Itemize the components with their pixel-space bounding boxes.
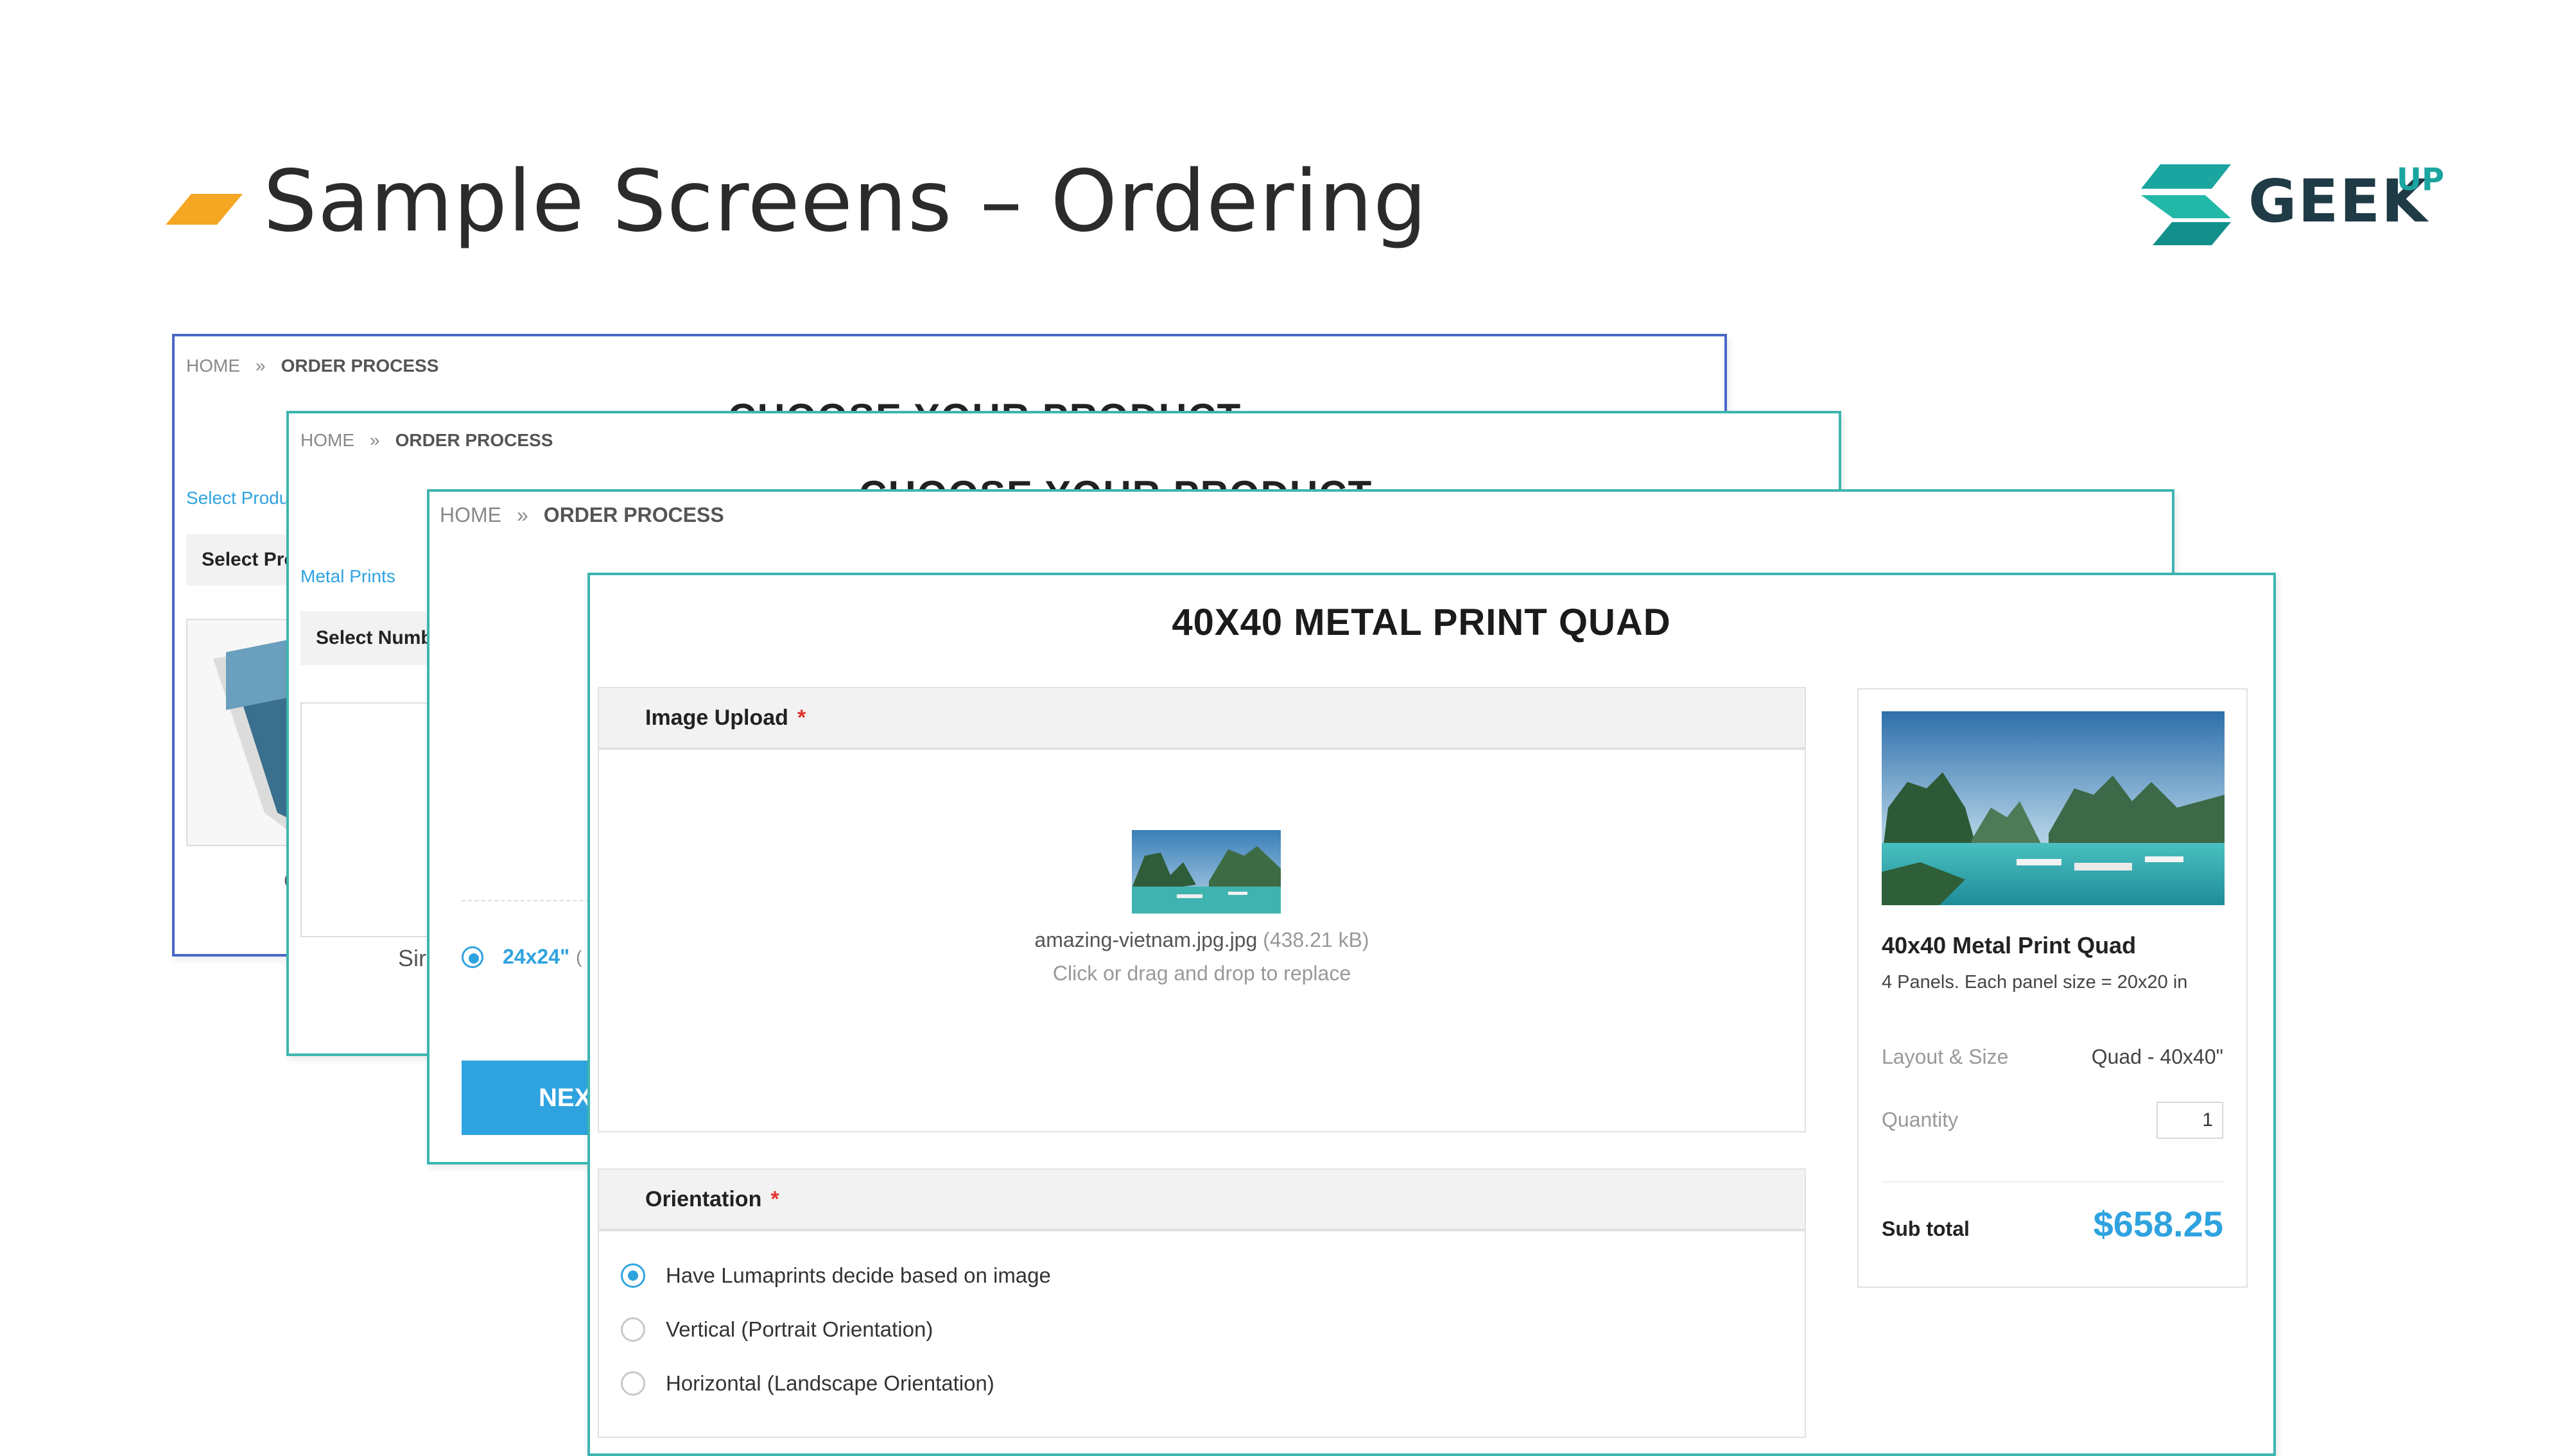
title-accent-mark (166, 194, 243, 225)
order-summary-card: 40x40 Metal Print Quad 4 Panels. Each pa… (1857, 688, 2248, 1288)
option-caption: Sir (398, 945, 426, 971)
screen-product-configure: 40X40 METAL PRINT QUAD Image Upload * am… (587, 573, 2276, 1456)
radio-auto[interactable] (621, 1263, 645, 1288)
geekup-logo: GEEK UP (2135, 159, 2456, 249)
product-image[interactable] (186, 619, 291, 846)
uploaded-image-thumbnail[interactable] (1132, 830, 1281, 914)
radio-horizontal[interactable] (621, 1371, 645, 1396)
select-number-bar[interactable]: Select Numb (300, 611, 442, 665)
panel-preview-box[interactable] (300, 702, 444, 937)
breadcrumb-home[interactable]: HOME (440, 503, 501, 526)
product-title: 40X40 METAL PRINT QUAD (1172, 602, 1671, 643)
subtotal-label: Sub total (1882, 1217, 1970, 1240)
subtotal-value: $658.25 (2093, 1204, 2223, 1244)
radio-vertical[interactable] (621, 1317, 645, 1342)
image-upload-label: Image Upload (645, 706, 788, 730)
orientation-option-label: Horizontal (Landscape Orientation) (666, 1371, 994, 1395)
divider (462, 900, 603, 901)
image-upload-panel: Image Upload * amazing-vietnam.jpg.jpg (4… (598, 687, 1806, 1132)
breadcrumb: HOME » ORDER PROCESS (300, 430, 553, 451)
size-option-extra: ( (576, 946, 582, 967)
breadcrumb-separator-icon: » (370, 430, 380, 450)
required-marker: * (770, 1187, 779, 1211)
breadcrumb-home[interactable]: HOME (300, 430, 354, 450)
summary-product-name: 40x40 Metal Print Quad (1882, 932, 2137, 958)
breadcrumb: HOME » ORDER PROCESS (440, 503, 724, 527)
geekup-logo-icon (2141, 164, 2231, 245)
orientation-option-horizontal[interactable]: Horizontal (Landscape Orientation) (621, 1371, 994, 1396)
size-option-label: 24x24" (503, 945, 570, 968)
slide-title: Sample Screens – Ordering (263, 152, 1428, 251)
uploaded-file-name: amazing-vietnam.jpg.jpg (438.21 kB) (1034, 928, 1369, 951)
select-product-link[interactable]: Select Produ (186, 488, 289, 508)
breadcrumb-current: ORDER PROCESS (543, 503, 724, 526)
upload-dropzone[interactable]: amazing-vietnam.jpg.jpg (438.21 kB) Clic… (599, 750, 1805, 1131)
breadcrumb: HOME » ORDER PROCESS (186, 356, 438, 376)
orientation-label: Orientation (645, 1187, 762, 1211)
image-upload-header: Image Upload * (599, 688, 1805, 750)
quantity-input[interactable]: 1 (2156, 1102, 2223, 1139)
logo-superscript: UP (2397, 162, 2445, 198)
orientation-option-label: Vertical (Portrait Orientation) (666, 1317, 933, 1341)
orientation-option-vertical[interactable]: Vertical (Portrait Orientation) (621, 1317, 933, 1342)
size-radio[interactable] (462, 946, 483, 968)
size-option-row[interactable]: 24x24" ( (462, 945, 582, 969)
orientation-panel: Orientation * Have Lumaprints decide base… (598, 1168, 1806, 1438)
product-preview-image (1882, 711, 2225, 905)
breadcrumb-separator-icon: » (517, 503, 528, 526)
upload-hint: Click or drag and drop to replace (1052, 962, 1351, 985)
breadcrumb-current: ORDER PROCESS (281, 356, 439, 376)
breadcrumb-home[interactable]: HOME (186, 356, 240, 376)
required-marker: * (797, 706, 806, 730)
orientation-option-label: Have Lumaprints decide based on image (666, 1263, 1051, 1287)
orientation-header: Orientation * (599, 1170, 1805, 1231)
uploaded-file-size: (438.21 kB) (1263, 928, 1369, 951)
quantity-label: Quantity (1882, 1108, 1959, 1131)
layout-size-label: Layout & Size (1882, 1045, 2009, 1068)
summary-description: 4 Panels. Each panel size = 20x20 in (1882, 972, 2188, 992)
breadcrumb-separator-icon: » (256, 356, 266, 376)
breadcrumb-current: ORDER PROCESS (395, 430, 553, 450)
metal-prints-link[interactable]: Metal Prints (300, 566, 395, 587)
layout-size-value: Quad - 40x40" (2091, 1045, 2223, 1068)
orientation-option-auto[interactable]: Have Lumaprints decide based on image (621, 1263, 1051, 1288)
summary-divider (1882, 1181, 2223, 1183)
